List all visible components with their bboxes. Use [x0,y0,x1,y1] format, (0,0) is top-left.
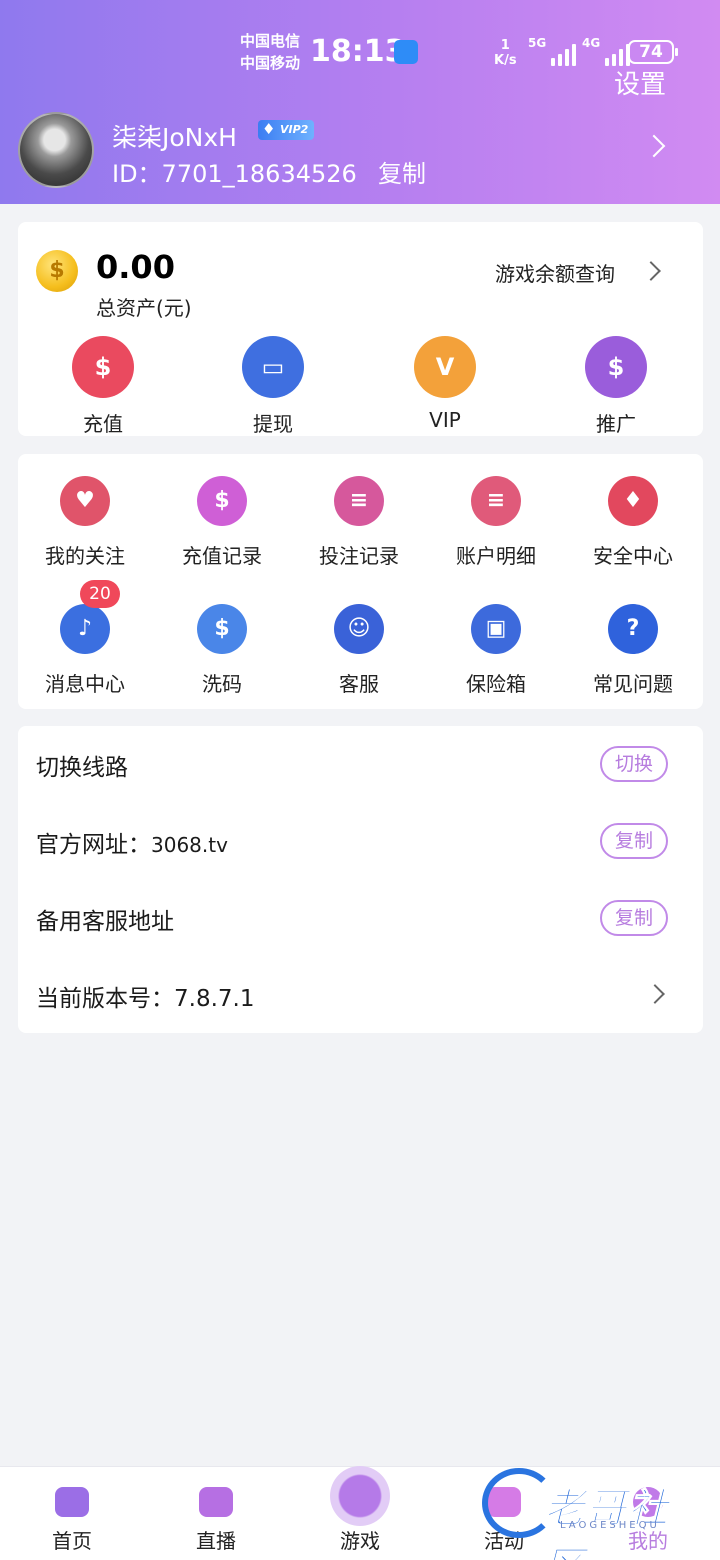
carrier-2: 中国移动 [240,54,301,72]
bet-record-item[interactable]: ≡ 投注记录 [292,476,426,569]
watermark-subtext: LAOGESHEQU [560,1520,660,1531]
money-bag-icon: $ [72,336,134,398]
official-site-value: 3068.tv [151,833,228,857]
profile-header: 中国电信 中国移动 18:13 1 K/s 5G 4G 74 设置 柒柒JoNx… [0,0,720,204]
vip-diamond-icon: V [414,336,476,398]
carrier-info: 中国电信 中国移动 [240,30,300,74]
faq-item[interactable]: ? 常见问题 [566,604,700,697]
video-icon [199,1487,233,1517]
headset-icon: ☺ [334,604,384,654]
money-bag-plus-icon: $ [585,336,647,398]
chevron-right-icon[interactable] [642,134,666,158]
carrier-1: 中国电信 [240,32,301,50]
bet-record-icon: ≡ [334,476,384,526]
gamepad-icon[interactable] [330,1466,390,1526]
official-site-label: 官方网址： [36,832,151,858]
recharge-label: 充值 [83,412,123,436]
battery-indicator: 74 [628,40,678,64]
vip-label: VIP [429,408,461,432]
chevron-right-icon[interactable] [641,261,661,281]
total-assets-label: 总资产(元) [96,296,192,320]
shopping-bag-icon [394,40,418,64]
heart-plus-icon: ♥ [60,476,110,526]
withdraw-label: 提现 [253,412,293,436]
message-count-badge: 20 [80,580,120,608]
home-icon [55,1487,89,1517]
copy-site-button[interactable]: 复制 [600,823,668,859]
status-time: 18:13 [310,34,406,69]
customer-service-item[interactable]: ☺ 客服 [292,604,426,697]
vip-button[interactable]: V VIP [390,336,500,432]
watermark-logo: 老哥社区 LAOGESHEQU [482,1468,710,1560]
recharge-button[interactable]: $ 充值 [48,336,158,437]
switch-line-button[interactable]: 切换 [600,746,668,782]
gold-coin-icon: $ [36,250,78,292]
version-label: 当前版本号：7.8.7.1 [36,986,255,1012]
my-follows-item[interactable]: ♥ 我的关注 [18,476,152,569]
safe-box-item[interactable]: ▣ 保险箱 [429,604,563,697]
copy-backup-button[interactable]: 复制 [600,900,668,936]
withdraw-button[interactable]: ▭ 提现 [218,336,328,437]
recharge-record-item[interactable]: $ 充值记录 [155,476,289,569]
username: 柒柒JoNxH [112,123,237,152]
official-site-row: 官方网址：3068.tv 复制 [18,803,703,879]
function-grid-card: ♥ 我的关注 $ 充值记录 ≡ 投注记录 ≡ 账户明细 ♦ 安全中心 ♪ 20 … [18,454,703,709]
vip-badge: VIP2 [258,119,315,140]
tab-home[interactable]: 首页 [0,1467,144,1560]
version-row[interactable]: 当前版本号：7.8.7.1 [18,957,703,1033]
security-lock-icon: ♦ [608,476,658,526]
network-speed: 1 K/s [494,38,517,68]
user-id: ID：7701_18634526 [112,160,357,188]
safe-icon: ▣ [471,604,521,654]
avatar[interactable] [18,112,94,188]
backup-service-row: 备用客服地址 复制 [18,880,703,956]
copy-id-button[interactable]: 复制 [378,154,426,189]
account-detail-icon: ≡ [471,476,521,526]
recharge-record-icon: $ [197,476,247,526]
total-balance: 0.00 [96,248,175,286]
watermark-text: 老哥社区 [544,1486,670,1560]
tab-live[interactable]: 直播 [144,1467,288,1560]
security-center-item[interactable]: ♦ 安全中心 [566,476,700,569]
signal-4g-icon: 4G [582,36,631,66]
game-balance-query-link[interactable]: 游戏余额查询 [495,258,615,287]
signal-5g-icon: 5G [528,36,577,66]
chevron-right-icon [645,984,665,1004]
assets-card: $ 0.00 总资产(元) 游戏余额查询 $ 充值 ▭ 提现 V VIP $ 推… [18,222,703,436]
account-detail-item[interactable]: ≡ 账户明细 [429,476,563,569]
settings-link[interactable]: 设置 [614,64,666,101]
settings-card: 切换线路 切换 官方网址：3068.tv 复制 备用客服地址 复制 当前版本号：… [18,726,703,1033]
promote-label: 推广 [596,412,636,436]
wash-code-item[interactable]: $ 洗码 [155,604,289,697]
backup-service-label: 备用客服地址 [36,909,174,935]
card-icon: ▭ [242,336,304,398]
switch-line-row: 切换线路 切换 [18,726,703,802]
bell-icon: ♪ 20 [60,580,120,654]
message-center-item[interactable]: ♪ 20 消息中心 [18,580,152,697]
switch-line-label: 切换线路 [36,755,128,781]
promote-button[interactable]: $ 推广 [561,336,671,437]
official-site-text: 官方网址：3068.tv [36,825,228,859]
chip-icon: $ [197,604,247,654]
question-icon: ? [608,604,658,654]
